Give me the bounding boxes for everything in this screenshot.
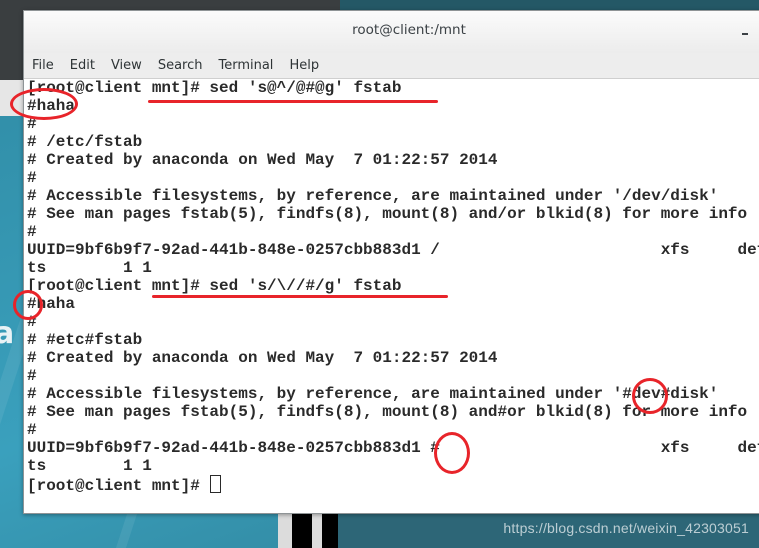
terminal-window: root@client:/mnt File Edit View Search T… (23, 10, 759, 514)
terminal-line-command: [root@client mnt]# sed 's@^/@#@g' fstab (27, 79, 402, 97)
menu-edit[interactable]: Edit (70, 58, 95, 73)
terminal-line-command: [root@client mnt]# sed 's/\//#/g' fstab (27, 277, 402, 295)
menu-bar: File Edit View Search Terminal Help (24, 53, 759, 79)
terminal-line: # Created by anaconda on Wed May 7 01:22… (27, 349, 498, 367)
terminal-line: # (27, 169, 37, 187)
terminal-prompt-line: [root@client mnt]# (27, 475, 759, 495)
background-window-strip (278, 512, 292, 548)
terminal-line: UUID=9bf6b9f7-92ad-441b-848e-0257cbb883d… (27, 439, 759, 457)
desktop-left-window-edge (0, 80, 24, 116)
terminal-line: #haha (27, 295, 76, 313)
menu-search[interactable]: Search (158, 58, 203, 73)
terminal-line: # (27, 421, 37, 439)
terminal-line: # #etc#fstab (27, 331, 143, 349)
terminal-line: # (27, 115, 37, 133)
watermark: https://blog.csdn.net/weixin_42303051 (503, 520, 749, 536)
window-title: root@client:/mnt (352, 22, 466, 38)
text-cursor (210, 475, 222, 493)
terminal-prompt: [root@client mnt]# (27, 477, 210, 495)
terminal-line: ts 1 1 (27, 259, 152, 277)
terminal-line: # Accessible filesystems, by reference, … (27, 385, 719, 403)
terminal-line: # See man pages fstab(5), findfs(8), mou… (27, 403, 748, 421)
menu-file[interactable]: File (32, 58, 54, 73)
terminal-line: # Created by anaconda on Wed May 7 01:22… (27, 151, 498, 169)
terminal-line: # Accessible filesystems, by reference, … (27, 187, 719, 205)
menu-terminal[interactable]: Terminal (218, 58, 273, 73)
terminal-line: ts 1 1 (27, 457, 152, 475)
terminal-line: # (27, 223, 37, 241)
terminal-line: UUID=9bf6b9f7-92ad-441b-848e-0257cbb883d… (27, 241, 759, 259)
terminal-output[interactable]: [root@client mnt]# sed 's@^/@#@g' fstab … (24, 79, 759, 495)
terminal-line: # See man pages fstab(5), findfs(8), mou… (27, 205, 748, 223)
terminal-line: # (27, 367, 37, 385)
terminal-line: # /etc/fstab (27, 133, 143, 151)
menu-view[interactable]: View (111, 58, 142, 73)
menu-help[interactable]: Help (289, 58, 319, 73)
terminal-line: #haha (27, 97, 76, 115)
minimize-button[interactable] (741, 31, 755, 41)
window-titlebar[interactable]: root@client:/mnt (24, 11, 759, 53)
background-window-strip (292, 512, 312, 548)
desktop-background-letter: a (0, 316, 15, 351)
background-window-strip (312, 512, 322, 548)
background-window-strip (322, 512, 338, 548)
terminal-line: # (27, 313, 37, 331)
